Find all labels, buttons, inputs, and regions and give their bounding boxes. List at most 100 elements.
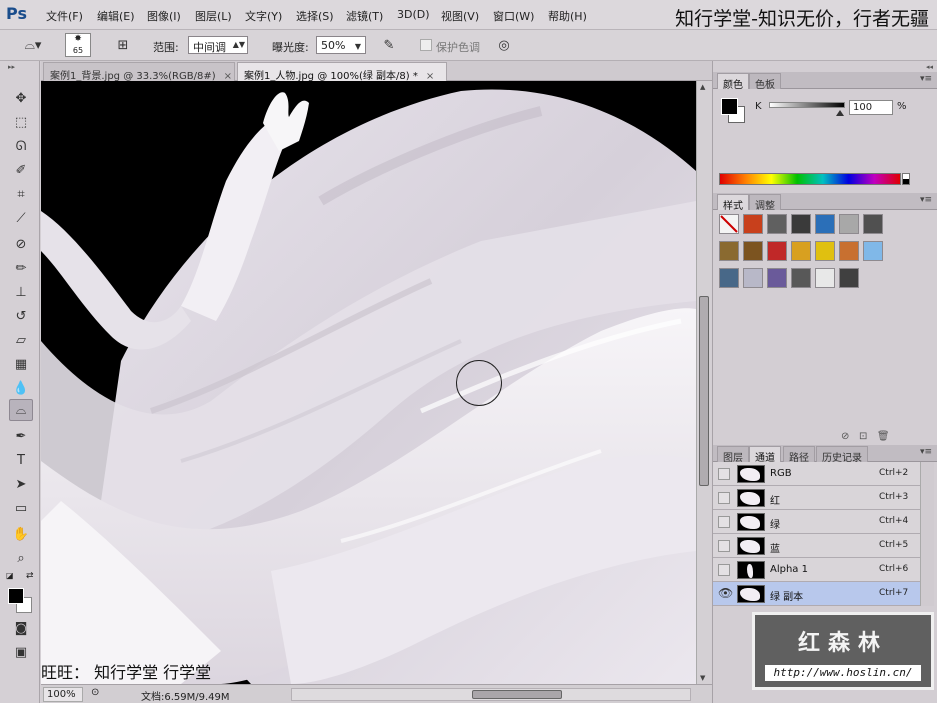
path-select-tool-icon[interactable]: ➤ — [9, 473, 33, 495]
document-size-info[interactable]: 文档:6.59M/9.49M — [141, 688, 230, 703]
channels-scrollbar[interactable] — [920, 462, 934, 606]
style-swatch[interactable] — [839, 268, 859, 288]
style-swatch[interactable] — [719, 214, 739, 234]
style-swatch[interactable] — [743, 241, 763, 261]
range-select[interactable]: 中间调 ▲▼ — [188, 36, 248, 54]
channel-row[interactable]: 蓝 Ctrl+5 — [713, 534, 920, 558]
visibility-eye-icon[interactable] — [718, 516, 730, 528]
history-brush-tool-icon[interactable]: ↺ — [9, 305, 33, 327]
rectangle-tool-icon[interactable]: ▭ — [9, 497, 33, 519]
channel-row[interactable]: RGB Ctrl+2 — [713, 462, 920, 486]
clone-stamp-tool-icon[interactable]: ⊥ — [9, 281, 33, 303]
panel-collapse-icon[interactable]: ▸▸ — [8, 63, 15, 71]
tab-channels[interactable]: 通道 — [749, 446, 781, 464]
visibility-eye-icon[interactable] — [718, 492, 730, 504]
brush-size-picker[interactable]: ✸ 65 — [65, 33, 91, 57]
menu-edit[interactable]: 编辑(E) — [97, 8, 135, 24]
quick-mask-icon[interactable]: ◙ — [9, 617, 33, 639]
scrollbar-thumb[interactable] — [699, 296, 709, 486]
channel-row[interactable]: 绿 Ctrl+4 — [713, 510, 920, 534]
hand-tool-icon[interactable]: ✋ — [9, 523, 33, 545]
style-swatch[interactable] — [863, 241, 883, 261]
visibility-eye-icon[interactable] — [718, 468, 730, 480]
menu-help[interactable]: 帮助(H) — [548, 8, 587, 24]
style-swatch[interactable] — [767, 214, 787, 234]
style-swatch[interactable] — [839, 241, 859, 261]
brush-panel-icon[interactable]: ⊞ — [112, 35, 134, 55]
visibility-eye-icon[interactable] — [718, 564, 730, 576]
zoom-level-field[interactable]: 100% — [43, 687, 83, 702]
dodge-tool-icon[interactable]: ⌓ — [9, 399, 33, 421]
channel-row[interactable]: 👁 绿 副本 Ctrl+7 — [713, 582, 920, 606]
menu-window[interactable]: 窗口(W) — [493, 8, 534, 24]
style-swatch[interactable] — [743, 268, 763, 288]
tab-layers[interactable]: 图层 — [717, 446, 749, 464]
swap-colors-icon[interactable]: ⇄ — [26, 571, 34, 581]
status-info-icon[interactable]: ⊙ — [91, 687, 99, 698]
color-spectrum-bar[interactable] — [719, 173, 901, 185]
style-swatch[interactable] — [791, 214, 811, 234]
scroll-up-icon[interactable]: ▲ — [700, 83, 705, 91]
lasso-tool-icon[interactable]: ᘏ — [9, 135, 33, 157]
airbrush-icon[interactable]: ✎ — [378, 35, 400, 55]
style-swatch[interactable] — [767, 241, 787, 261]
style-swatch[interactable] — [815, 241, 835, 261]
scroll-down-icon[interactable]: ▼ — [700, 674, 705, 682]
move-tool-icon[interactable]: ✥ — [9, 87, 33, 109]
eraser-tool-icon[interactable]: ▱ — [9, 329, 33, 351]
panel-menu-icon[interactable]: ▾≡ — [920, 195, 932, 205]
horizontal-scrollbar[interactable] — [291, 688, 691, 701]
style-swatch[interactable] — [815, 268, 835, 288]
style-swatch[interactable] — [791, 241, 811, 261]
tab-color[interactable]: 颜色 — [717, 73, 749, 91]
menu-image[interactable]: 图像(I) — [147, 8, 181, 24]
gradient-tool-icon[interactable]: ▦ — [9, 353, 33, 375]
menu-view[interactable]: 视图(V) — [441, 8, 479, 24]
zoom-tool-icon[interactable]: ⌕ — [9, 547, 33, 569]
screen-mode-icon[interactable]: ▣ — [9, 641, 33, 663]
default-colors-icon[interactable]: ◪ — [6, 571, 14, 580]
style-swatch[interactable] — [839, 214, 859, 234]
new-style-icon[interactable]: ⊡ — [859, 431, 867, 442]
brush-tool-icon[interactable]: ✏ — [9, 257, 33, 279]
channel-row[interactable]: 红 Ctrl+3 — [713, 486, 920, 510]
menu-filter[interactable]: 滤镜(T) — [346, 8, 383, 24]
tab-paths[interactable]: 路径 — [783, 446, 815, 464]
exposure-dropdown-button[interactable]: ▼ — [350, 36, 366, 56]
style-swatch[interactable] — [743, 214, 763, 234]
black-white-ramp[interactable] — [902, 173, 910, 185]
clear-style-icon[interactable]: ⊘ — [841, 431, 849, 442]
tab-swatches[interactable]: 色板 — [749, 73, 781, 91]
style-swatch[interactable] — [719, 268, 739, 288]
eyedropper-tool-icon[interactable]: ⟋ — [9, 207, 33, 229]
panel-foreground-swatch[interactable] — [721, 98, 738, 115]
foreground-color-swatch[interactable] — [8, 588, 24, 604]
type-tool-icon[interactable]: T — [9, 449, 33, 471]
menu-file[interactable]: 文件(F) — [46, 8, 83, 24]
pressure-size-icon[interactable]: ◎ — [493, 35, 515, 55]
k-slider-thumb[interactable] — [836, 110, 844, 116]
tool-preset-picker-icon[interactable]: ⌓▾ — [22, 35, 44, 55]
tab-background-doc[interactable]: 案例1_背景.jpg @ 33.3%(RGB/8#) × — [43, 62, 235, 82]
blur-tool-icon[interactable]: 💧 — [9, 377, 33, 399]
visibility-eye-icon[interactable] — [718, 540, 730, 552]
protect-tones-checkbox[interactable] — [420, 39, 432, 51]
quick-select-tool-icon[interactable]: ✐ — [9, 159, 33, 181]
tab-adjustments[interactable]: 调整 — [749, 194, 781, 212]
crop-tool-icon[interactable]: ⌗ — [9, 183, 33, 205]
tab-history[interactable]: 历史记录 — [816, 446, 868, 464]
panel-menu-icon[interactable]: ▾≡ — [920, 447, 932, 457]
tab-styles[interactable]: 样式 — [717, 194, 749, 212]
marquee-tool-icon[interactable]: ⬚ — [9, 111, 33, 133]
menu-3d[interactable]: 3D(D) — [397, 8, 430, 21]
pen-tool-icon[interactable]: ✒ — [9, 425, 33, 447]
menu-select[interactable]: 选择(S) — [296, 8, 334, 24]
vertical-scrollbar[interactable]: ▲ ▼ — [696, 81, 711, 684]
k-slider-track[interactable] — [769, 102, 845, 108]
menu-type[interactable]: 文字(Y) — [245, 8, 282, 24]
healing-brush-tool-icon[interactable]: ⊘ — [9, 233, 33, 255]
panel-menu-icon[interactable]: ▾≡ — [920, 74, 932, 84]
scrollbar-thumb[interactable] — [472, 690, 562, 699]
channel-row[interactable]: Alpha 1 Ctrl+6 — [713, 558, 920, 582]
style-swatch[interactable] — [791, 268, 811, 288]
